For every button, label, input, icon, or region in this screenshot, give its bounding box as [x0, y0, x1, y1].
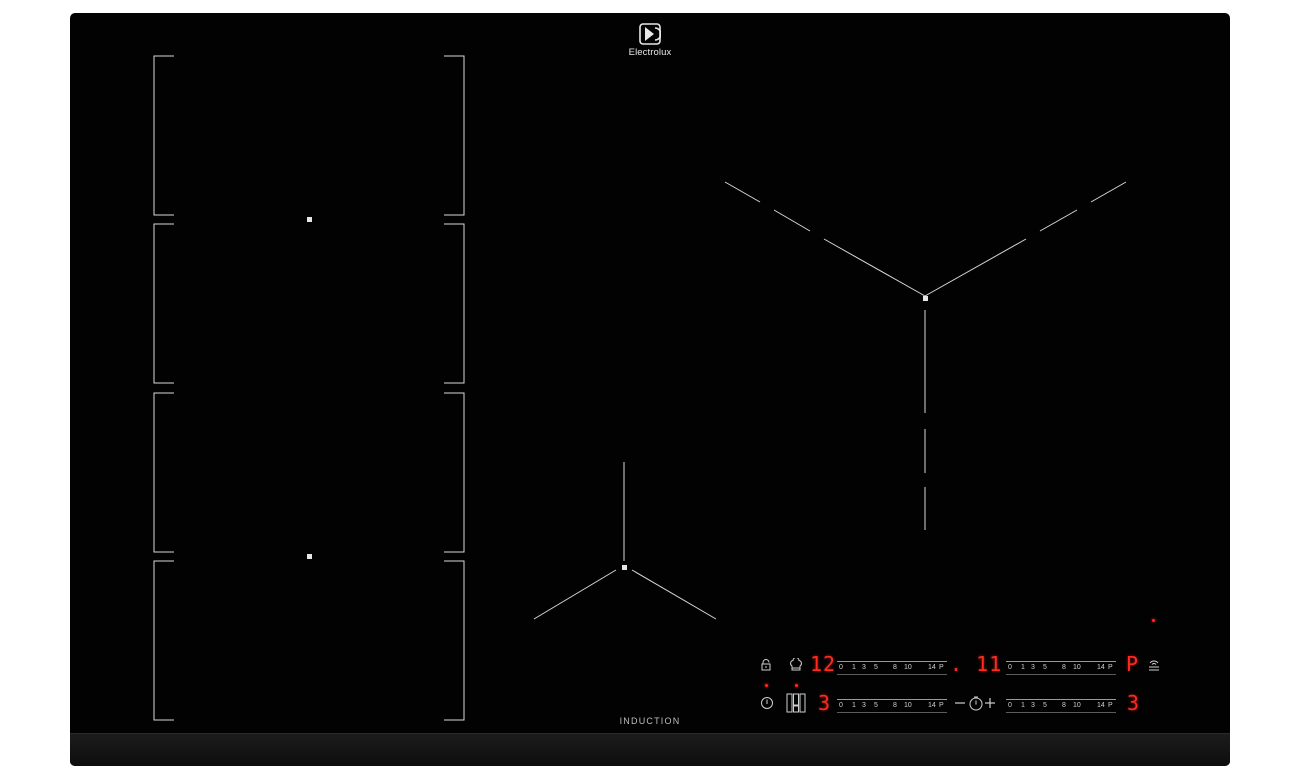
cooking-zone-markings — [153, 55, 1127, 721]
zone-center-marker — [307, 554, 312, 559]
indicator-led — [1152, 619, 1155, 622]
slider-mark: 0 — [839, 702, 843, 709]
slider-mark: 14 — [928, 702, 936, 709]
slider-mark: 5 — [874, 702, 878, 709]
flex-zone-bracket-right-3 — [444, 392, 465, 553]
power-slider-zone-1[interactable]: 0 1 3 5 8 10 14 P — [837, 661, 947, 676]
slider-mark: 0 — [1008, 702, 1012, 709]
induction-cooktop: Electrolux INDUCTION 12 0 1 3 5 8 10 14 … — [70, 13, 1230, 766]
zone-center-marker — [923, 296, 928, 301]
minus-icon[interactable] — [954, 696, 966, 710]
power-level-display-zone-4: 3 — [818, 691, 832, 715]
power-level-display-zone-2: . 11 — [950, 652, 1003, 676]
slider-mark: 5 — [1043, 702, 1047, 709]
slider-mark: P — [1108, 664, 1113, 671]
flex-zone-bracket-right-4 — [444, 560, 465, 721]
lock-icon[interactable] — [760, 659, 772, 671]
chef-hat-icon[interactable] — [789, 658, 803, 672]
power-slider-zone-4[interactable]: 0 1 3 5 8 10 14 P — [837, 699, 947, 714]
flex-zone-bracket-left-4 — [153, 560, 174, 721]
flex-zone-bracket-left-2 — [153, 223, 174, 384]
slider-mark: 3 — [862, 702, 866, 709]
slider-mark: 5 — [874, 664, 878, 671]
slider-mark: 8 — [1062, 664, 1066, 671]
flex-zone-bracket-right-2 — [444, 223, 465, 384]
bridge-zones-icon[interactable] — [786, 693, 806, 713]
slider-mark: 0 — [1008, 664, 1012, 671]
slider-mark: 1 — [852, 702, 856, 709]
flex-zone-bracket-left-1 — [153, 55, 174, 216]
slider-mark: 10 — [904, 664, 912, 671]
slider-mark: 14 — [1097, 702, 1105, 709]
power-icon[interactable] — [760, 696, 774, 710]
zone-center-marker — [307, 217, 312, 222]
slider-mark: P — [1108, 702, 1113, 709]
slider-mark: 1 — [852, 664, 856, 671]
induction-label: INDUCTION — [619, 716, 681, 726]
slider-mark: 3 — [1031, 664, 1035, 671]
slider-mark: 3 — [1031, 702, 1035, 709]
power-slider-zone-5[interactable]: 0 1 3 5 8 10 14 P — [1006, 699, 1116, 714]
slider-mark: 10 — [1073, 702, 1081, 709]
brand-name: Electrolux — [628, 47, 672, 58]
slider-mark: 14 — [928, 664, 936, 671]
slider-mark: 10 — [1073, 664, 1081, 671]
slider-mark: 0 — [839, 664, 843, 671]
slider-mark: 8 — [893, 664, 897, 671]
plus-icon[interactable] — [984, 696, 996, 710]
timer-icon[interactable] — [968, 695, 984, 711]
slider-mark: 3 — [862, 664, 866, 671]
slider-mark: 14 — [1097, 664, 1105, 671]
slider-mark: 10 — [904, 702, 912, 709]
slider-mark: 8 — [1062, 702, 1066, 709]
flex-zone-bracket-left-3 — [153, 392, 174, 553]
electrolux-logo-icon — [639, 23, 661, 45]
indicator-led — [795, 684, 798, 687]
power-level-display-zone-3: P — [1126, 652, 1140, 676]
slider-mark: 8 — [893, 702, 897, 709]
front-edge — [70, 733, 1230, 766]
indicator-led — [765, 684, 768, 687]
zone-center-marker — [622, 565, 627, 570]
slider-mark: P — [939, 664, 944, 671]
power-slider-zone-2[interactable]: 0 1 3 5 8 10 14 P — [1006, 661, 1116, 676]
hob2hood-icon[interactable] — [1147, 658, 1161, 672]
flex-zone-bracket-right-1 — [444, 55, 465, 216]
power-level-display-zone-1: 12 — [810, 652, 837, 676]
slider-mark: P — [939, 702, 944, 709]
slider-mark: 1 — [1021, 664, 1025, 671]
slider-mark: 5 — [1043, 664, 1047, 671]
brand-logo: Electrolux — [625, 23, 675, 58]
slider-mark: 1 — [1021, 702, 1025, 709]
power-level-display-zone-5: 3 — [1127, 691, 1141, 715]
